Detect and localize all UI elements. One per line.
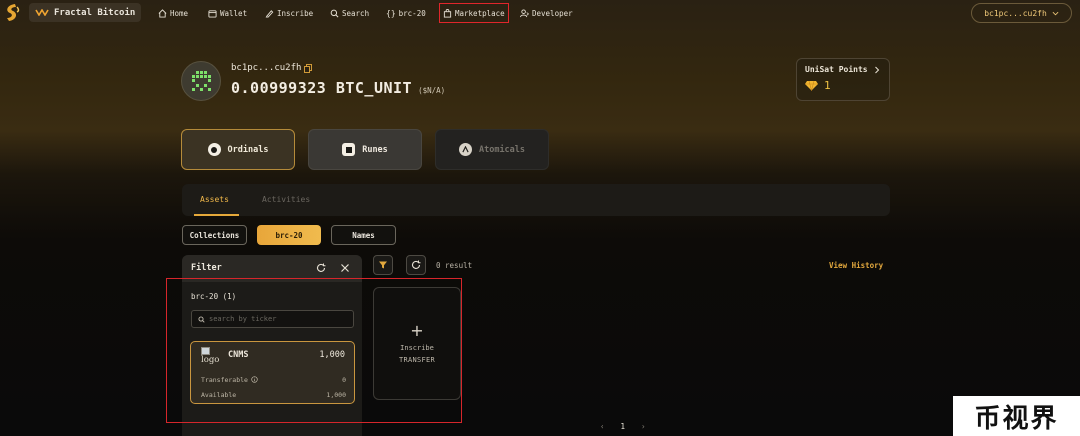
info-icon[interactable] bbox=[251, 376, 258, 383]
account-address-row: bc1pc...cu2fh bbox=[231, 63, 313, 73]
refresh-icon bbox=[412, 260, 421, 269]
points-value-row: 1 bbox=[805, 79, 881, 92]
tab-activities[interactable]: Activities bbox=[262, 195, 310, 204]
nav-marketplace-label: Marketplace bbox=[455, 8, 505, 18]
refresh-icon[interactable] bbox=[316, 263, 326, 273]
token-logo-alt: logo bbox=[201, 355, 220, 365]
available-value: 1,000 bbox=[326, 391, 346, 399]
token-amount: 1,000 bbox=[319, 350, 345, 360]
avatar bbox=[181, 61, 221, 101]
search-icon bbox=[330, 9, 339, 17]
account-menu-address: bc1pc...cu2fh bbox=[984, 8, 1047, 18]
pixel-avatar-icon bbox=[192, 71, 211, 91]
view-history-link[interactable]: View History bbox=[829, 261, 883, 270]
diamond-icon bbox=[805, 80, 818, 91]
network-selector[interactable]: Fractal Bitcoin bbox=[29, 3, 142, 22]
atomicals-icon bbox=[458, 143, 472, 156]
watermark: 币视界 bbox=[953, 396, 1080, 436]
tab-assets-underline bbox=[194, 214, 239, 216]
filter-header: Filter bbox=[182, 255, 362, 282]
brc20-button[interactable]: brc-20 bbox=[257, 225, 321, 245]
ordinals-icon bbox=[207, 143, 221, 156]
transferable-label: Transferable bbox=[201, 376, 248, 384]
search-icon bbox=[198, 315, 205, 323]
filter-title: Filter bbox=[191, 263, 222, 273]
ticker-search-input[interactable] bbox=[209, 315, 349, 323]
network-name: Fractal Bitcoin bbox=[54, 7, 136, 18]
transferable-value: 0 bbox=[342, 376, 346, 384]
tab-assets[interactable]: Assets bbox=[200, 195, 229, 204]
filter-panel: Filter brc-20 (1) logo CNMS 1,000 Transf… bbox=[182, 255, 362, 436]
chevron-right-icon bbox=[875, 66, 880, 73]
nav-brc20-label: brc-20 bbox=[398, 8, 426, 18]
nav-home-label: Home bbox=[170, 8, 189, 18]
tab-runes-label: Runes bbox=[362, 144, 388, 155]
prev-page-icon[interactable]: ‹ bbox=[600, 422, 605, 431]
sub-tabs: Assets Activities bbox=[182, 184, 890, 216]
balance-usd: ($N/A) bbox=[418, 86, 446, 95]
nav-home[interactable]: Home bbox=[158, 7, 188, 19]
nav-search-label: Search bbox=[342, 8, 370, 18]
funnel-icon bbox=[379, 261, 387, 269]
available-label: Available bbox=[201, 391, 237, 399]
points-title: UniSat Points bbox=[805, 65, 868, 74]
token-logo: logo bbox=[201, 347, 223, 365]
wallet-icon bbox=[208, 9, 217, 18]
unisat-logo-icon[interactable] bbox=[3, 3, 21, 23]
nav-developer-label: Developer bbox=[532, 8, 573, 18]
points-value: 1 bbox=[824, 79, 831, 92]
ticker-search bbox=[191, 310, 354, 328]
next-page-icon[interactable]: › bbox=[641, 422, 646, 431]
names-button[interactable]: Names bbox=[331, 225, 396, 245]
balance: 0.00999323 BTC_UNIT ($N/A) bbox=[231, 79, 445, 97]
chevron-down-icon bbox=[1052, 11, 1059, 15]
nav-inscribe[interactable]: Inscribe bbox=[265, 7, 313, 19]
account-address: bc1pc...cu2fh bbox=[231, 63, 302, 73]
fractal-logo-icon bbox=[35, 9, 49, 16]
account-menu-button[interactable]: bc1pc...cu2fh bbox=[971, 3, 1072, 23]
pagination: ‹ 1 › bbox=[600, 422, 646, 431]
token-card-cnms[interactable]: logo CNMS 1,000 Transferable 0 Available… bbox=[190, 341, 355, 404]
tab-atomicals[interactable]: Atomicals bbox=[435, 129, 549, 170]
unisat-points-card[interactable]: UniSat Points 1 bbox=[796, 58, 890, 101]
pen-icon bbox=[265, 9, 274, 18]
tab-atomicals-label: Atomicals bbox=[478, 144, 526, 155]
nav-brc20[interactable]: {} brc-20 bbox=[386, 7, 426, 19]
top-nav: Fractal Bitcoin Home Wallet Inscribe Sea… bbox=[0, 0, 1080, 26]
nav-developer[interactable]: Developer bbox=[520, 7, 573, 19]
nav-search[interactable]: Search bbox=[330, 7, 369, 19]
collections-button[interactable]: Collections bbox=[182, 225, 247, 245]
nav-wallet-label: Wallet bbox=[220, 8, 248, 18]
nav-wallet[interactable]: Wallet bbox=[208, 7, 247, 19]
runes-icon bbox=[342, 143, 356, 156]
result-count: 0 result bbox=[436, 261, 473, 270]
copy-icon[interactable] bbox=[304, 63, 313, 73]
nav-inscribe-label: Inscribe bbox=[277, 8, 314, 18]
transfer-label: TRANSFER bbox=[398, 356, 436, 364]
plus-icon: + bbox=[410, 321, 424, 340]
balance-value: 0.00999323 BTC_UNIT bbox=[231, 79, 413, 97]
home-icon bbox=[158, 8, 167, 18]
inscribe-transfer-card[interactable]: + Inscribe TRANSFER bbox=[373, 287, 461, 400]
close-icon[interactable] bbox=[340, 263, 350, 273]
inscribe-label: Inscribe bbox=[400, 344, 434, 352]
tab-runes[interactable]: Runes bbox=[308, 129, 422, 170]
token-ticker: CNMS bbox=[228, 350, 249, 360]
nav-marketplace[interactable]: Marketplace bbox=[439, 3, 509, 23]
tab-ordinals[interactable]: Ordinals bbox=[181, 129, 295, 170]
filter-section-title: brc-20 (1) bbox=[191, 292, 237, 301]
token-transferable-row: Transferable 0 bbox=[201, 376, 346, 384]
points-title-row: UniSat Points bbox=[805, 65, 881, 74]
tab-ordinals-label: Ordinals bbox=[227, 144, 269, 155]
token-available-row: Available 1,000 bbox=[201, 391, 346, 399]
current-page[interactable]: 1 bbox=[621, 422, 626, 431]
bag-icon bbox=[443, 8, 452, 18]
filter-toggle-button[interactable] bbox=[373, 255, 393, 275]
broken-image-icon bbox=[201, 347, 210, 355]
reload-button[interactable] bbox=[406, 255, 426, 275]
developer-icon bbox=[520, 8, 529, 17]
braces-icon: {} bbox=[386, 8, 396, 18]
